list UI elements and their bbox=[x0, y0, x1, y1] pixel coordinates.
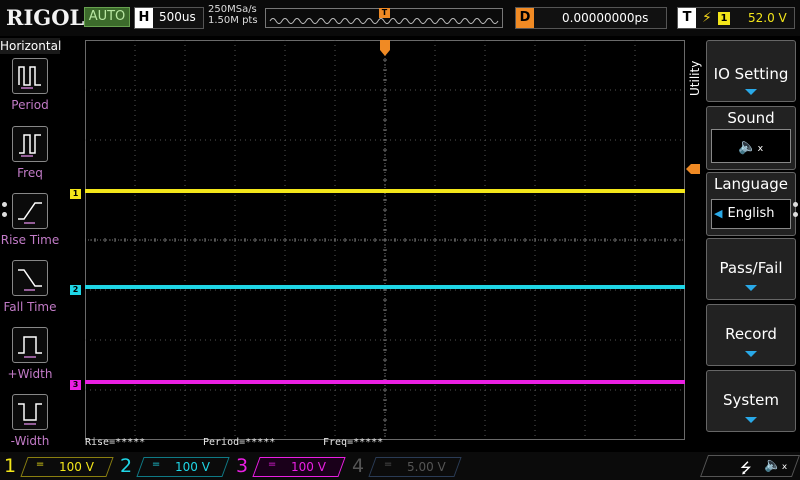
chevron-down-icon bbox=[745, 285, 757, 291]
measure-positive-width[interactable]: +Width bbox=[0, 325, 60, 389]
sample-rate: 250MSa/s bbox=[208, 4, 257, 15]
acquire-mode-badge[interactable]: AUTO bbox=[84, 7, 130, 27]
usb-icon: ⭍ bbox=[740, 461, 752, 477]
freq-measurement: Freq=***** bbox=[323, 437, 384, 448]
fall-time-icon bbox=[12, 260, 48, 296]
dc-coupling-icon: = bbox=[151, 459, 161, 470]
speaker-muted-icon: 🔈ₓ bbox=[711, 129, 791, 163]
system-button[interactable]: System bbox=[706, 370, 796, 432]
waveform-display[interactable] bbox=[85, 40, 685, 440]
ch3-scale: 100 V bbox=[291, 460, 326, 474]
delay-label: D bbox=[516, 8, 534, 28]
rise-time-icon bbox=[12, 193, 48, 229]
ch4-scale: 5.00 V bbox=[407, 460, 446, 474]
brand-logo: RIGOL bbox=[6, 5, 85, 30]
positive-width-icon bbox=[12, 327, 48, 363]
ch2-offset-marker[interactable]: 2 bbox=[70, 285, 81, 295]
rising-edge-icon: ⚡ bbox=[702, 10, 712, 26]
memory-depth: 1.50M pts bbox=[208, 15, 258, 26]
ch3-offset-marker[interactable]: 3 bbox=[70, 380, 81, 390]
pass-fail-button[interactable]: Pass/Fail bbox=[706, 238, 796, 300]
measure-menu-title: Horizontal bbox=[0, 38, 62, 54]
measure-negative-width[interactable]: -Width bbox=[0, 392, 60, 456]
top-status-bar: RIGOL AUTO H 500us 250MSa/s 1.50M pts T … bbox=[0, 0, 800, 36]
sound-button[interactable]: Sound 🔈ₓ bbox=[706, 106, 796, 170]
left-page-dots bbox=[2, 202, 8, 230]
measure-freq[interactable]: Freq bbox=[0, 124, 60, 188]
language-value: ◀ English bbox=[711, 199, 791, 229]
dc-coupling-icon: = bbox=[35, 459, 45, 470]
speaker-muted-icon: 🔈ₓ bbox=[764, 457, 788, 473]
memory-overview-strip: T bbox=[265, 8, 503, 28]
ch1-scale: 100 V bbox=[59, 460, 94, 474]
timebase-label: H bbox=[135, 8, 153, 28]
ch2-scale: 100 V bbox=[175, 460, 210, 474]
ch1-status[interactable]: 1 = 100 V bbox=[0, 454, 114, 478]
trigger-position-marker[interactable] bbox=[380, 40, 390, 56]
chevron-down-icon bbox=[745, 417, 757, 423]
period-measurement: Period=***** bbox=[203, 437, 276, 448]
chevron-down-icon bbox=[745, 89, 757, 95]
period-icon bbox=[12, 58, 48, 94]
record-button[interactable]: Record bbox=[706, 304, 796, 366]
right-page-dots bbox=[793, 202, 799, 230]
chevron-left-icon: ◀ bbox=[714, 207, 723, 220]
trigger-source: 1 bbox=[718, 12, 730, 25]
delay-box[interactable]: D 0.00000000ps bbox=[515, 7, 667, 29]
timebase-value: 500us bbox=[159, 10, 196, 24]
freq-icon bbox=[12, 126, 48, 162]
dc-coupling-icon: = bbox=[383, 459, 393, 470]
memory-trigger-marker: T bbox=[379, 8, 390, 18]
utility-tab: Utility bbox=[688, 60, 702, 96]
trigger-level: 52.0 V bbox=[748, 11, 787, 25]
ch1-offset-marker[interactable]: 1 bbox=[70, 189, 81, 199]
ch2-trace bbox=[85, 285, 685, 289]
io-setting-button[interactable]: IO Setting bbox=[706, 40, 796, 102]
channel-status-bar: 1 = 100 V 2 = 100 V 3 = 100 V 4 = 5.00 V… bbox=[0, 452, 800, 480]
ch3-trace bbox=[85, 380, 685, 384]
measurement-bar: Rise=***** Period=***** Freq=***** bbox=[85, 437, 685, 451]
sample-info: 250MSa/s 1.50M pts bbox=[208, 4, 258, 26]
ch2-status[interactable]: 2 = 100 V bbox=[116, 454, 230, 478]
rise-measurement: Rise=***** bbox=[85, 437, 146, 448]
ch1-trace bbox=[85, 189, 685, 193]
ch3-status[interactable]: 3 = 100 V bbox=[232, 454, 346, 478]
delay-value: 0.00000000ps bbox=[562, 11, 649, 25]
chevron-down-icon bbox=[745, 351, 757, 357]
negative-width-icon bbox=[12, 394, 48, 430]
language-button[interactable]: Language ◀ English bbox=[706, 172, 796, 236]
dc-coupling-icon: = bbox=[267, 459, 277, 470]
ch4-status[interactable]: 4 = 5.00 V bbox=[348, 454, 462, 478]
measure-period[interactable]: Period bbox=[0, 56, 60, 120]
measure-menu: Horizontal Period Freq Rise Time Fall Ti… bbox=[0, 36, 62, 452]
utility-menu: Utility IO Setting Sound 🔈ₓ Language ◀ E… bbox=[686, 36, 800, 440]
measure-fall-time[interactable]: Fall Time bbox=[0, 258, 60, 322]
timebase-box[interactable]: H 500us bbox=[134, 7, 204, 29]
measure-rise-time[interactable]: Rise Time bbox=[0, 191, 60, 255]
trigger-label: T bbox=[678, 8, 696, 28]
trigger-box[interactable]: T ⚡ 1 52.0 V bbox=[677, 7, 795, 29]
